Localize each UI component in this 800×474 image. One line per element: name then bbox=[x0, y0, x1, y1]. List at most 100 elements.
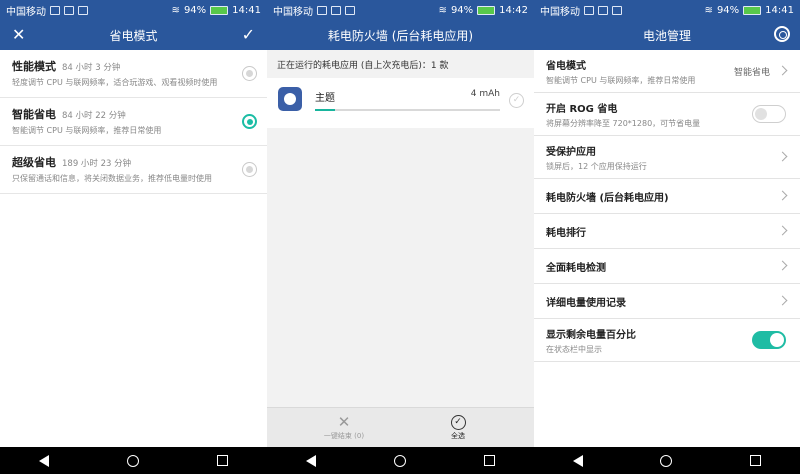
battery-management-screen: 中国移动 ≋ 94% 14:41 电池管理 省电模式 智能调节 CPU 与联网频… bbox=[534, 0, 800, 474]
close-icon: ✕ bbox=[337, 413, 351, 431]
mode-name: 超级省电 bbox=[12, 156, 56, 169]
clock: 14:41 bbox=[232, 4, 261, 16]
bottom-action-bar: ✕ 一键结束 (0) ✓ 全选 bbox=[267, 407, 534, 447]
theme-app-icon bbox=[278, 87, 302, 111]
system-nav-bar bbox=[267, 447, 534, 474]
system-nav-bar bbox=[0, 447, 267, 474]
usage-bar-fill bbox=[315, 109, 336, 111]
row-title: 耗电排行 bbox=[546, 227, 586, 239]
usage-bar bbox=[315, 109, 500, 111]
mode-description: 轻度调节 CPU 与联网频率，适合玩游戏、观看视频时使用 bbox=[12, 78, 218, 87]
confirm-check-icon[interactable]: ✓ bbox=[242, 26, 255, 44]
row-rog-saving[interactable]: 开启 ROG 省电 将屏幕分辨率降至 720*1280，可节省电量 bbox=[534, 93, 800, 136]
battery-percent: 94% bbox=[183, 4, 207, 16]
mode-description: 智能调节 CPU 与联网频率，推荐日常使用 bbox=[12, 126, 162, 135]
row-show-percent[interactable]: 显示剩余电量百分比 在状态栏中显示 bbox=[534, 319, 800, 362]
wifi-icon: ≋ bbox=[704, 4, 713, 16]
notification-icon bbox=[50, 5, 60, 15]
row-power-firewall[interactable]: 耗电防火墙 (后台耗电应用) bbox=[534, 179, 800, 214]
mode-radio[interactable] bbox=[242, 66, 257, 81]
page-title: 耗电防火墙 (后台耗电应用) bbox=[327, 28, 474, 43]
mode-item-performance[interactable]: 性能模式 84 小时 3 分钟 轻度调节 CPU 与联网频率，适合玩游戏、观看视频… bbox=[0, 50, 267, 98]
close-icon[interactable]: ✕ bbox=[12, 26, 25, 44]
mode-duration: 189 小时 23 分钟 bbox=[62, 159, 132, 169]
battery-icon bbox=[477, 5, 496, 15]
carrier-label: 中国移动 bbox=[6, 6, 46, 18]
row-power-ranking[interactable]: 耗电排行 bbox=[534, 214, 800, 249]
battery-percent: 94% bbox=[450, 4, 474, 16]
row-title: 耗电防火墙 (后台耗电应用) bbox=[546, 192, 669, 204]
app-list-item[interactable]: 主题 4 mAh ✓ bbox=[267, 78, 534, 128]
mode-name: 性能模式 bbox=[12, 60, 56, 73]
notification-icon bbox=[78, 5, 88, 15]
row-usage-records[interactable]: 详细电量使用记录 bbox=[534, 284, 800, 319]
back-icon[interactable] bbox=[306, 454, 316, 467]
check-circle-icon: ✓ bbox=[450, 415, 466, 430]
row-title: 全面耗电检测 bbox=[546, 262, 606, 274]
firewall-screen: 中国移动 ≋ 94% 14:42 耗电防火墙 (后台耗电应用) 正在运行的耗电应… bbox=[267, 0, 534, 474]
mode-name: 智能省电 bbox=[12, 108, 56, 121]
recents-icon[interactable] bbox=[217, 455, 228, 466]
row-subtitle: 锁屏后，12 个应用保持运行 bbox=[546, 161, 647, 171]
home-icon[interactable] bbox=[660, 454, 673, 467]
notification-icon bbox=[584, 5, 594, 15]
back-icon[interactable] bbox=[572, 454, 583, 467]
select-check-icon[interactable]: ✓ bbox=[509, 93, 524, 108]
battery-percent: 94% bbox=[716, 4, 740, 16]
back-icon[interactable] bbox=[39, 454, 49, 467]
recents-icon[interactable] bbox=[750, 455, 762, 466]
page-title: 省电模式 bbox=[109, 28, 158, 43]
status-bar: 中国移动 ≋ 94% 14:41 bbox=[534, 0, 800, 20]
row-title: 受保护应用 bbox=[546, 146, 596, 158]
select-all-button[interactable]: ✓ 全选 bbox=[413, 413, 503, 441]
clock: 14:41 bbox=[765, 4, 794, 16]
notification-icon bbox=[612, 5, 622, 15]
app-usage: 4 mAh bbox=[470, 89, 500, 99]
notification-icon bbox=[598, 5, 608, 15]
mode-description: 只保留通话和信息，将关闭数据业务，推荐低电量时使用 bbox=[12, 174, 212, 183]
notification-icon bbox=[317, 5, 327, 15]
end-all-button[interactable]: ✕ 一键结束 (0) bbox=[299, 413, 389, 441]
notification-icon bbox=[345, 5, 355, 15]
show-percent-toggle[interactable] bbox=[752, 331, 786, 349]
app-name: 主题 bbox=[315, 93, 335, 104]
home-icon[interactable] bbox=[394, 454, 406, 467]
wifi-icon: ≋ bbox=[171, 4, 180, 16]
carrier-label: 中国移动 bbox=[273, 6, 313, 18]
row-subtitle: 将屏幕分辨率降至 720*1280，可节省电量 bbox=[546, 118, 701, 128]
clock: 14:42 bbox=[499, 4, 528, 16]
mode-item-smart[interactable]: 智能省电 84 小时 22 分钟 智能调节 CPU 与联网频率，推荐日常使用 bbox=[0, 98, 267, 146]
rog-toggle[interactable] bbox=[752, 105, 786, 123]
battery-icon bbox=[210, 5, 229, 15]
status-bar: 中国移动 ≋ 94% 14:42 bbox=[267, 0, 534, 20]
mode-radio-selected[interactable] bbox=[242, 114, 257, 129]
select-all-label: 全选 bbox=[451, 432, 465, 440]
app-bar: ✕ 省电模式 ✓ bbox=[0, 20, 267, 50]
row-power-mode[interactable]: 省电模式 智能调节 CPU 与联网频率，推荐日常使用 智能省电 bbox=[534, 50, 800, 93]
recents-icon[interactable] bbox=[484, 455, 495, 466]
row-value: 智能省电 bbox=[733, 68, 770, 78]
notification-icon bbox=[64, 5, 74, 15]
carrier-label: 中国移动 bbox=[540, 6, 580, 18]
mode-item-super[interactable]: 超级省电 189 小时 23 分钟 只保留通话和信息，将关闭数据业务，推荐低电量时… bbox=[0, 146, 267, 194]
app-bar: 耗电防火墙 (后台耗电应用) bbox=[267, 20, 534, 50]
row-protected-apps[interactable]: 受保护应用 锁屏后，12 个应用保持运行 bbox=[534, 136, 800, 179]
home-icon[interactable] bbox=[127, 454, 139, 467]
running-apps-summary: 正在运行的耗电应用 (自上次充电后)：1 款 bbox=[277, 60, 449, 71]
system-nav-bar bbox=[534, 447, 800, 474]
mode-radio[interactable] bbox=[242, 162, 257, 177]
notification-icon bbox=[331, 5, 341, 15]
row-subtitle: 在状态栏中显示 bbox=[546, 344, 602, 354]
row-title: 详细电量使用记录 bbox=[546, 297, 626, 309]
mode-duration: 84 小时 3 分钟 bbox=[62, 63, 121, 73]
page-title: 电池管理 bbox=[642, 28, 691, 43]
wifi-icon: ≋ bbox=[438, 4, 447, 16]
battery-icon bbox=[743, 5, 762, 15]
row-full-detection[interactable]: 全面耗电检测 bbox=[534, 249, 800, 284]
gear-icon[interactable] bbox=[774, 26, 790, 42]
app-bar: 电池管理 bbox=[534, 20, 800, 50]
power-mode-screen: 中国移动 ≋ 94% 14:41 ✕ 省电模式 ✓ 性能模式 84 小时 3 分钟… bbox=[0, 0, 267, 474]
status-bar: 中国移动 ≋ 94% 14:41 bbox=[0, 0, 267, 20]
end-all-label: 一键结束 (0) bbox=[323, 432, 365, 440]
mode-duration: 84 小时 22 分钟 bbox=[62, 111, 126, 121]
